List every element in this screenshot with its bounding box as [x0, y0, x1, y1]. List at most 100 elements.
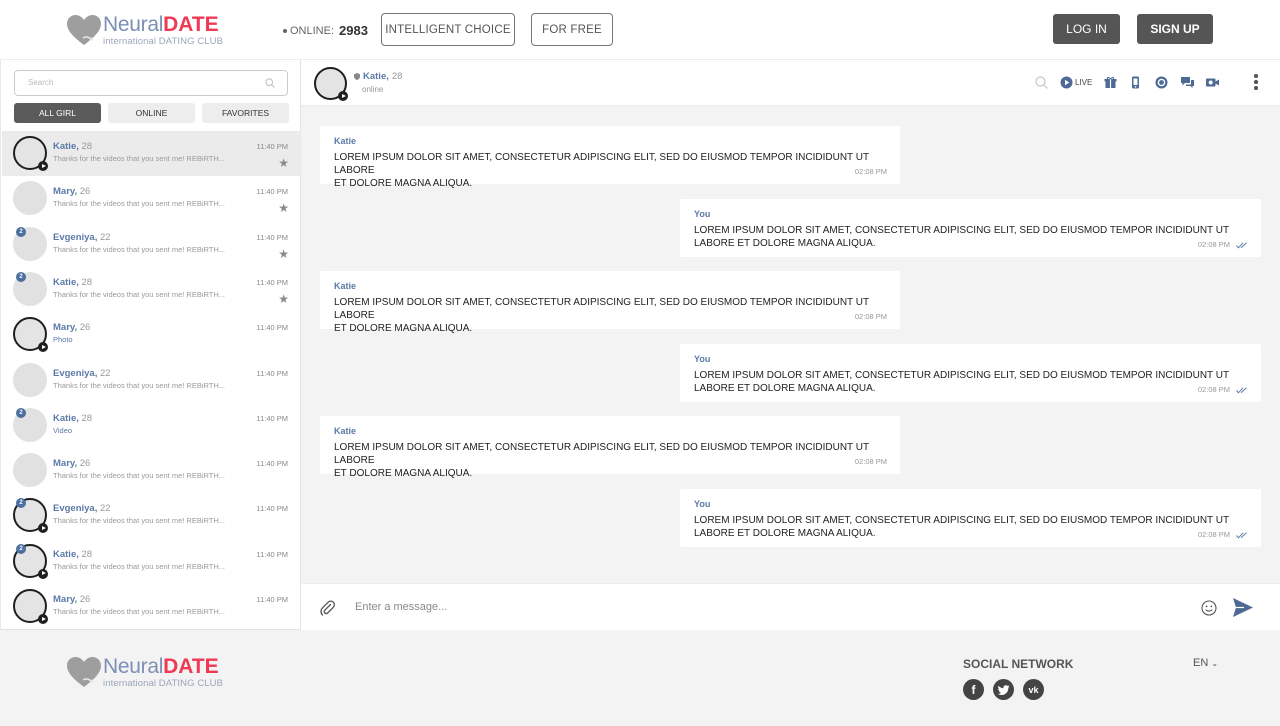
- avatar: [13, 453, 47, 488]
- site-logo[interactable]: NeuralDATE international DATING CLUB: [66, 14, 223, 47]
- filter-favorites[interactable]: FAVORITES: [202, 103, 289, 123]
- contact-name: Evgeniya,: [53, 367, 98, 379]
- twitter-icon[interactable]: [993, 679, 1014, 700]
- star-icon[interactable]: ★: [278, 247, 289, 261]
- message-time: 02:08 PM: [1197, 530, 1230, 539]
- contact-item[interactable]: Mary, 26 Thanks for the videos that you s…: [2, 176, 301, 221]
- search-icon[interactable]: [1034, 75, 1049, 90]
- footer-logo[interactable]: NeuralDATE international DATING CLUB: [66, 656, 223, 689]
- gift-icon[interactable]: [1103, 75, 1118, 90]
- contact-item[interactable]: 2 Katie, 28 Thanks for the videos that you…: [2, 267, 301, 312]
- online-counter: ONLINE: 2983: [283, 23, 368, 38]
- contact-name-row: Evgeniya, 22: [53, 232, 111, 243]
- brand-name-light: Neural: [103, 13, 164, 36]
- facebook-icon[interactable]: f: [963, 679, 984, 700]
- contact-item[interactable]: 2 Evgeniya, 22 Thanks for the videos that …: [2, 493, 301, 538]
- chat-bubbles-icon[interactable]: [1180, 75, 1195, 90]
- message-text: Lorem ipsum dolor sit amet, consectetur …: [334, 151, 900, 190]
- partner-status: online: [362, 85, 384, 94]
- avatar: [13, 317, 48, 353]
- contact-item[interactable]: 2 Katie, 28 Video 11:40 PM: [2, 403, 301, 448]
- contact-time: 11:40 PM: [256, 142, 288, 151]
- incoming-message: Katie Lorem ipsum dolor sit amet, consect…: [320, 126, 900, 189]
- filter-online[interactable]: ONLINE: [108, 103, 195, 123]
- paperclip-icon[interactable]: [320, 600, 335, 616]
- live-play-icon: [38, 614, 48, 624]
- contact-name-row: Mary, 26: [53, 186, 90, 197]
- message-author: You: [694, 499, 711, 509]
- live-play-icon: [38, 568, 48, 579]
- contact-age: 22: [100, 231, 111, 243]
- filter-all-girl[interactable]: ALL GIRL: [14, 103, 101, 123]
- star-icon[interactable]: ★: [278, 201, 289, 215]
- brand-name-bold: DATE: [163, 13, 219, 36]
- message-input[interactable]: [355, 596, 1175, 618]
- vk-icon[interactable]: vk: [1023, 679, 1044, 700]
- contact-name-row: Mary, 26: [53, 458, 90, 469]
- message-line: et dolore magna aliqua.: [334, 178, 473, 189]
- message-time: 02:08 PM: [1197, 384, 1230, 394]
- contact-item[interactable]: Mary, 26 Thanks for the videos that you s…: [2, 584, 301, 629]
- language-selector[interactable]: EN ⌄: [1193, 657, 1218, 669]
- intelligent-choice-button[interactable]: INTELLIGENT CHOICE: [381, 13, 515, 46]
- contact-item[interactable]: Katie, 28 Thanks for the videos that you …: [2, 131, 301, 176]
- contact-last-message: Thanks for the videos that you sent me! …: [53, 471, 226, 481]
- social-network-title: SOCIAL NETWORK: [963, 657, 1074, 671]
- signup-button[interactable]: SIGN UP: [1137, 14, 1213, 44]
- contact-name-row: Katie, 28: [53, 141, 92, 152]
- contact-item[interactable]: Evgeniya, 22 Thanks for the videos that y…: [2, 358, 301, 403]
- partner-avatar[interactable]: [314, 67, 348, 101]
- brand-name-bold: DATE: [163, 655, 219, 678]
- message-line: Lorem ipsum dolor sit amet, consectetur …: [694, 224, 1230, 236]
- contact-name: Mary,: [53, 458, 78, 470]
- contact-name: Mary,: [53, 322, 78, 334]
- live-play-icon: [338, 91, 348, 101]
- contact-name-row: Evgeniya, 22: [53, 503, 111, 514]
- contact-last-message: Thanks for the videos that you sent me! …: [53, 607, 226, 616]
- contact-time: 11:40 PM: [256, 368, 288, 378]
- double-check-icon: [1236, 532, 1247, 539]
- message-text: Lorem ipsum dolor sit amet, consectetur …: [694, 514, 1229, 540]
- contact-name-row: Katie, 28: [53, 277, 92, 288]
- message-line: labore et dolore magna aliqua.: [694, 528, 876, 539]
- message-time: 02:08 PM: [854, 167, 887, 176]
- message-line: labore et dolore magna aliqua.: [694, 382, 876, 394]
- contact-item[interactable]: 2 Katie, 28 Thanks for the videos that you…: [2, 539, 301, 584]
- unread-badge: 2: [16, 271, 26, 282]
- for-free-button[interactable]: FOR FREE: [531, 13, 613, 46]
- search-input[interactable]: Search: [14, 70, 288, 96]
- contact-time: 11:40 PM: [256, 549, 288, 559]
- brand-name-light: Neural: [103, 655, 164, 678]
- send-icon[interactable]: [1232, 597, 1254, 618]
- live-play-icon: [38, 523, 48, 534]
- login-button[interactable]: LOG IN: [1053, 14, 1120, 44]
- contact-last-message: Thanks for the videos that you sent me! …: [53, 199, 226, 209]
- star-icon[interactable]: ★: [278, 156, 289, 170]
- brand-tagline: international DATING CLUB: [103, 678, 224, 689]
- contact-item[interactable]: 2 Evgeniya, 22 Thanks for the videos that …: [2, 222, 301, 267]
- live-label[interactable]: LIVE: [1075, 78, 1092, 87]
- emoji-icon[interactable]: [1201, 600, 1217, 616]
- chat-header: Katie, 28 online LIVE: [301, 60, 1280, 106]
- phone-icon[interactable]: [1128, 75, 1143, 90]
- contact-time: 11:40 PM: [256, 187, 288, 197]
- contacts-sidebar: Search ALL GIRL ONLINE FAVORITES Katie, …: [0, 60, 301, 630]
- contact-name-row: Mary, 26: [53, 322, 90, 333]
- live-play-icon: [38, 161, 48, 171]
- contact-item[interactable]: Mary, 26 Photo 11:40 PM: [2, 312, 301, 357]
- video-camera-icon[interactable]: [1205, 75, 1220, 90]
- message-composer: [301, 583, 1280, 630]
- record-icon[interactable]: [1154, 75, 1169, 90]
- contact-age: 26: [79, 458, 91, 470]
- unread-badge: 2: [16, 226, 26, 237]
- message-text: Lorem ipsum dolor sit amet, consectetur …: [334, 441, 900, 480]
- incoming-message: Katie Lorem ipsum dolor sit amet, consect…: [320, 416, 900, 479]
- message-author: Katie: [334, 426, 357, 437]
- more-menu-icon[interactable]: [1254, 74, 1258, 92]
- live-play-icon[interactable]: [1059, 75, 1074, 90]
- partner-name-row: Katie, 28: [354, 71, 402, 82]
- contact-last-message: Thanks for the videos that you sent me! …: [53, 289, 226, 299]
- search-icon[interactable]: [265, 78, 275, 88]
- star-icon[interactable]: ★: [278, 292, 289, 306]
- contact-item[interactable]: Mary, 26 Thanks for the videos that you s…: [2, 448, 301, 493]
